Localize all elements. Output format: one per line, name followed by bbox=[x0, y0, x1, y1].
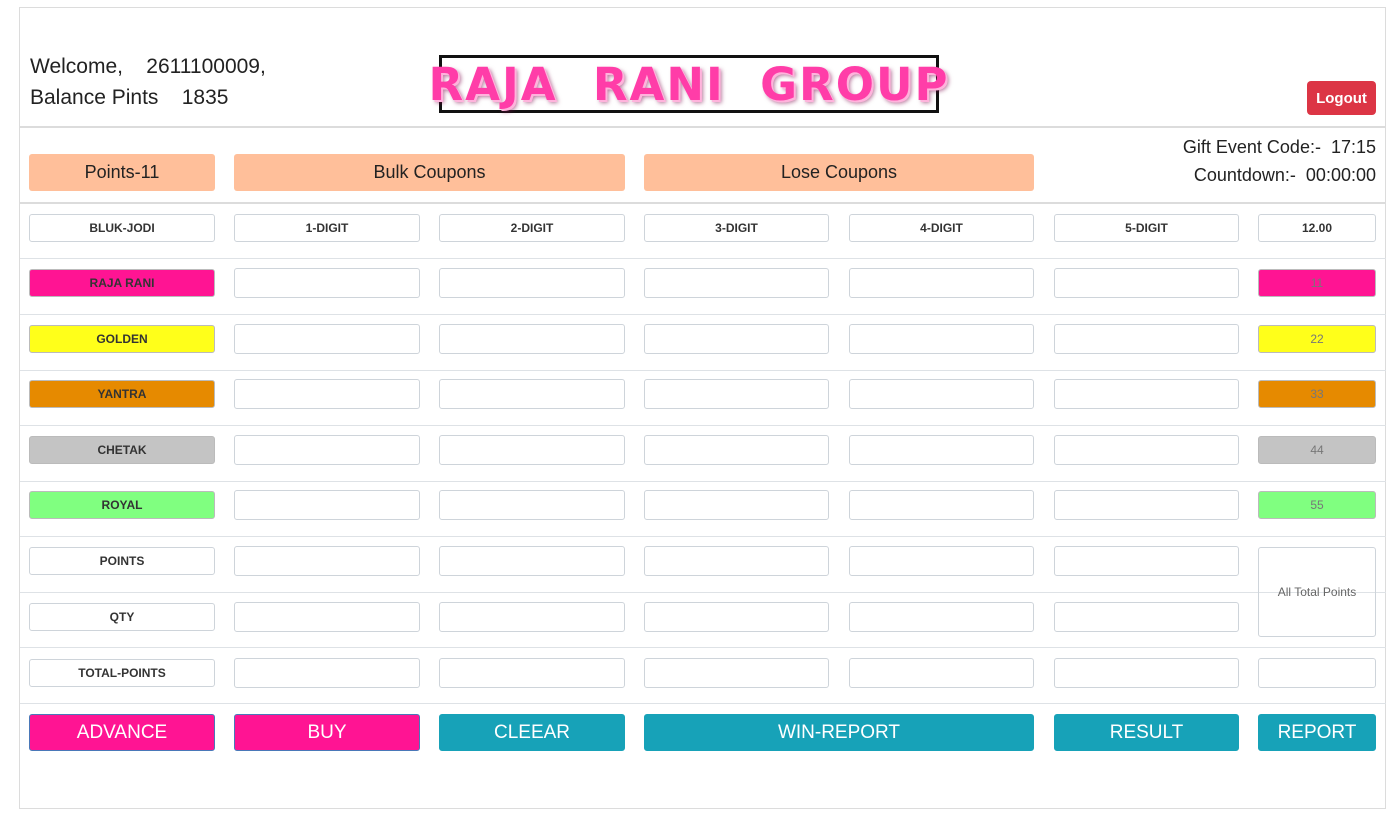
divider bbox=[20, 202, 1386, 204]
digit-header-4[interactable]: 4-DIGIT bbox=[849, 214, 1034, 242]
summary-input[interactable] bbox=[1054, 658, 1239, 688]
countdown-timer: Countdown:- 00:00:00 bbox=[1193, 165, 1376, 185]
digit-input[interactable] bbox=[1054, 435, 1239, 465]
gift-event-code: Gift Event Code:- 17:15 bbox=[1182, 137, 1376, 157]
points-label: Points-11 bbox=[29, 154, 215, 191]
digit-input[interactable] bbox=[234, 324, 420, 354]
balance-text: Balance Pints 1835 bbox=[30, 86, 229, 109]
summary-input[interactable] bbox=[849, 658, 1034, 688]
digit-input[interactable] bbox=[1054, 379, 1239, 409]
digit-input[interactable] bbox=[644, 324, 829, 354]
row-divider bbox=[20, 536, 1386, 537]
digit-header-2[interactable]: 2-DIGIT bbox=[439, 214, 625, 242]
digit-input[interactable] bbox=[644, 490, 829, 520]
digit-input[interactable] bbox=[439, 324, 625, 354]
summary-input[interactable] bbox=[234, 658, 420, 688]
digit-input[interactable] bbox=[1054, 268, 1239, 298]
summary-input[interactable] bbox=[439, 658, 625, 688]
row-divider bbox=[20, 425, 1386, 426]
summary-input[interactable] bbox=[439, 602, 625, 632]
summary-input[interactable] bbox=[849, 602, 1034, 632]
digit-input[interactable] bbox=[849, 324, 1034, 354]
buy-button[interactable]: BUY bbox=[234, 714, 420, 751]
digit-input[interactable] bbox=[439, 268, 625, 298]
total-points-row-label: TOTAL-POINTS bbox=[29, 659, 215, 687]
digit-input[interactable] bbox=[849, 490, 1034, 520]
summary-input[interactable] bbox=[439, 546, 625, 576]
digit-input[interactable] bbox=[439, 490, 625, 520]
digit-header-1[interactable]: 1-DIGIT bbox=[234, 214, 420, 242]
group-value: 44 bbox=[1258, 436, 1376, 464]
digit-input[interactable] bbox=[849, 268, 1034, 298]
divider bbox=[20, 126, 1386, 128]
summary-input[interactable] bbox=[234, 602, 420, 632]
bulk-coupons-tab[interactable]: Bulk Coupons bbox=[234, 154, 625, 191]
digit-input[interactable] bbox=[234, 268, 420, 298]
summary-input[interactable] bbox=[644, 602, 829, 632]
digit-input[interactable] bbox=[234, 379, 420, 409]
summary-input[interactable] bbox=[644, 658, 829, 688]
report-button[interactable]: REPORT bbox=[1258, 714, 1376, 751]
summary-input[interactable] bbox=[234, 546, 420, 576]
row-divider bbox=[20, 703, 1386, 704]
row-divider bbox=[20, 647, 1386, 648]
group-value: 11 bbox=[1258, 269, 1376, 297]
digit-input[interactable] bbox=[1054, 490, 1239, 520]
row-divider bbox=[20, 481, 1386, 482]
summary-input[interactable] bbox=[849, 546, 1034, 576]
row-divider bbox=[20, 592, 1386, 593]
all-total-points-field[interactable]: All Total Points bbox=[1258, 547, 1376, 637]
result-button[interactable]: RESULT bbox=[1054, 714, 1239, 751]
digit-input[interactable] bbox=[234, 490, 420, 520]
group-value: 22 bbox=[1258, 325, 1376, 353]
row-divider bbox=[20, 258, 1386, 259]
advance-button[interactable]: ADVANCE bbox=[29, 714, 215, 751]
brand-logo: RAJA RANI GROUP bbox=[429, 55, 947, 113]
summary-input[interactable] bbox=[1054, 546, 1239, 576]
row-divider bbox=[20, 314, 1386, 315]
qty-row-label: QTY bbox=[29, 603, 215, 631]
group-label[interactable]: CHETAK bbox=[29, 436, 215, 464]
digit-input[interactable] bbox=[439, 435, 625, 465]
row-divider bbox=[20, 370, 1386, 371]
clear-button[interactable]: CLEEAR bbox=[439, 714, 625, 751]
digit-input[interactable] bbox=[439, 379, 625, 409]
digit-input[interactable] bbox=[849, 379, 1034, 409]
digit-input[interactable] bbox=[849, 435, 1034, 465]
digit-input[interactable] bbox=[644, 268, 829, 298]
summary-input[interactable] bbox=[1054, 602, 1239, 632]
digit-input[interactable] bbox=[644, 435, 829, 465]
digit-input[interactable] bbox=[1054, 324, 1239, 354]
bluk-jodi-header[interactable]: BLUK-JODI bbox=[29, 214, 215, 242]
digit-header-5[interactable]: 5-DIGIT bbox=[1054, 214, 1239, 242]
digit-header-3[interactable]: 3-DIGIT bbox=[644, 214, 829, 242]
group-label[interactable]: YANTRA bbox=[29, 380, 215, 408]
win-report-button[interactable]: WIN-REPORT bbox=[644, 714, 1034, 751]
grand-total-field[interactable] bbox=[1258, 658, 1376, 688]
group-value: 55 bbox=[1258, 491, 1376, 519]
rate-value: 12.00 bbox=[1258, 214, 1376, 242]
group-label[interactable]: ROYAL bbox=[29, 491, 215, 519]
group-value: 33 bbox=[1258, 380, 1376, 408]
digit-input[interactable] bbox=[234, 435, 420, 465]
digit-input[interactable] bbox=[644, 379, 829, 409]
points-row-label: POINTS bbox=[29, 547, 215, 575]
logout-button[interactable]: Logout bbox=[1307, 81, 1376, 115]
summary-input[interactable] bbox=[644, 546, 829, 576]
welcome-text: Welcome, 2611100009, bbox=[30, 55, 266, 78]
lose-coupons-tab[interactable]: Lose Coupons bbox=[644, 154, 1034, 191]
group-label[interactable]: RAJA RANI bbox=[29, 269, 215, 297]
group-label[interactable]: GOLDEN bbox=[29, 325, 215, 353]
